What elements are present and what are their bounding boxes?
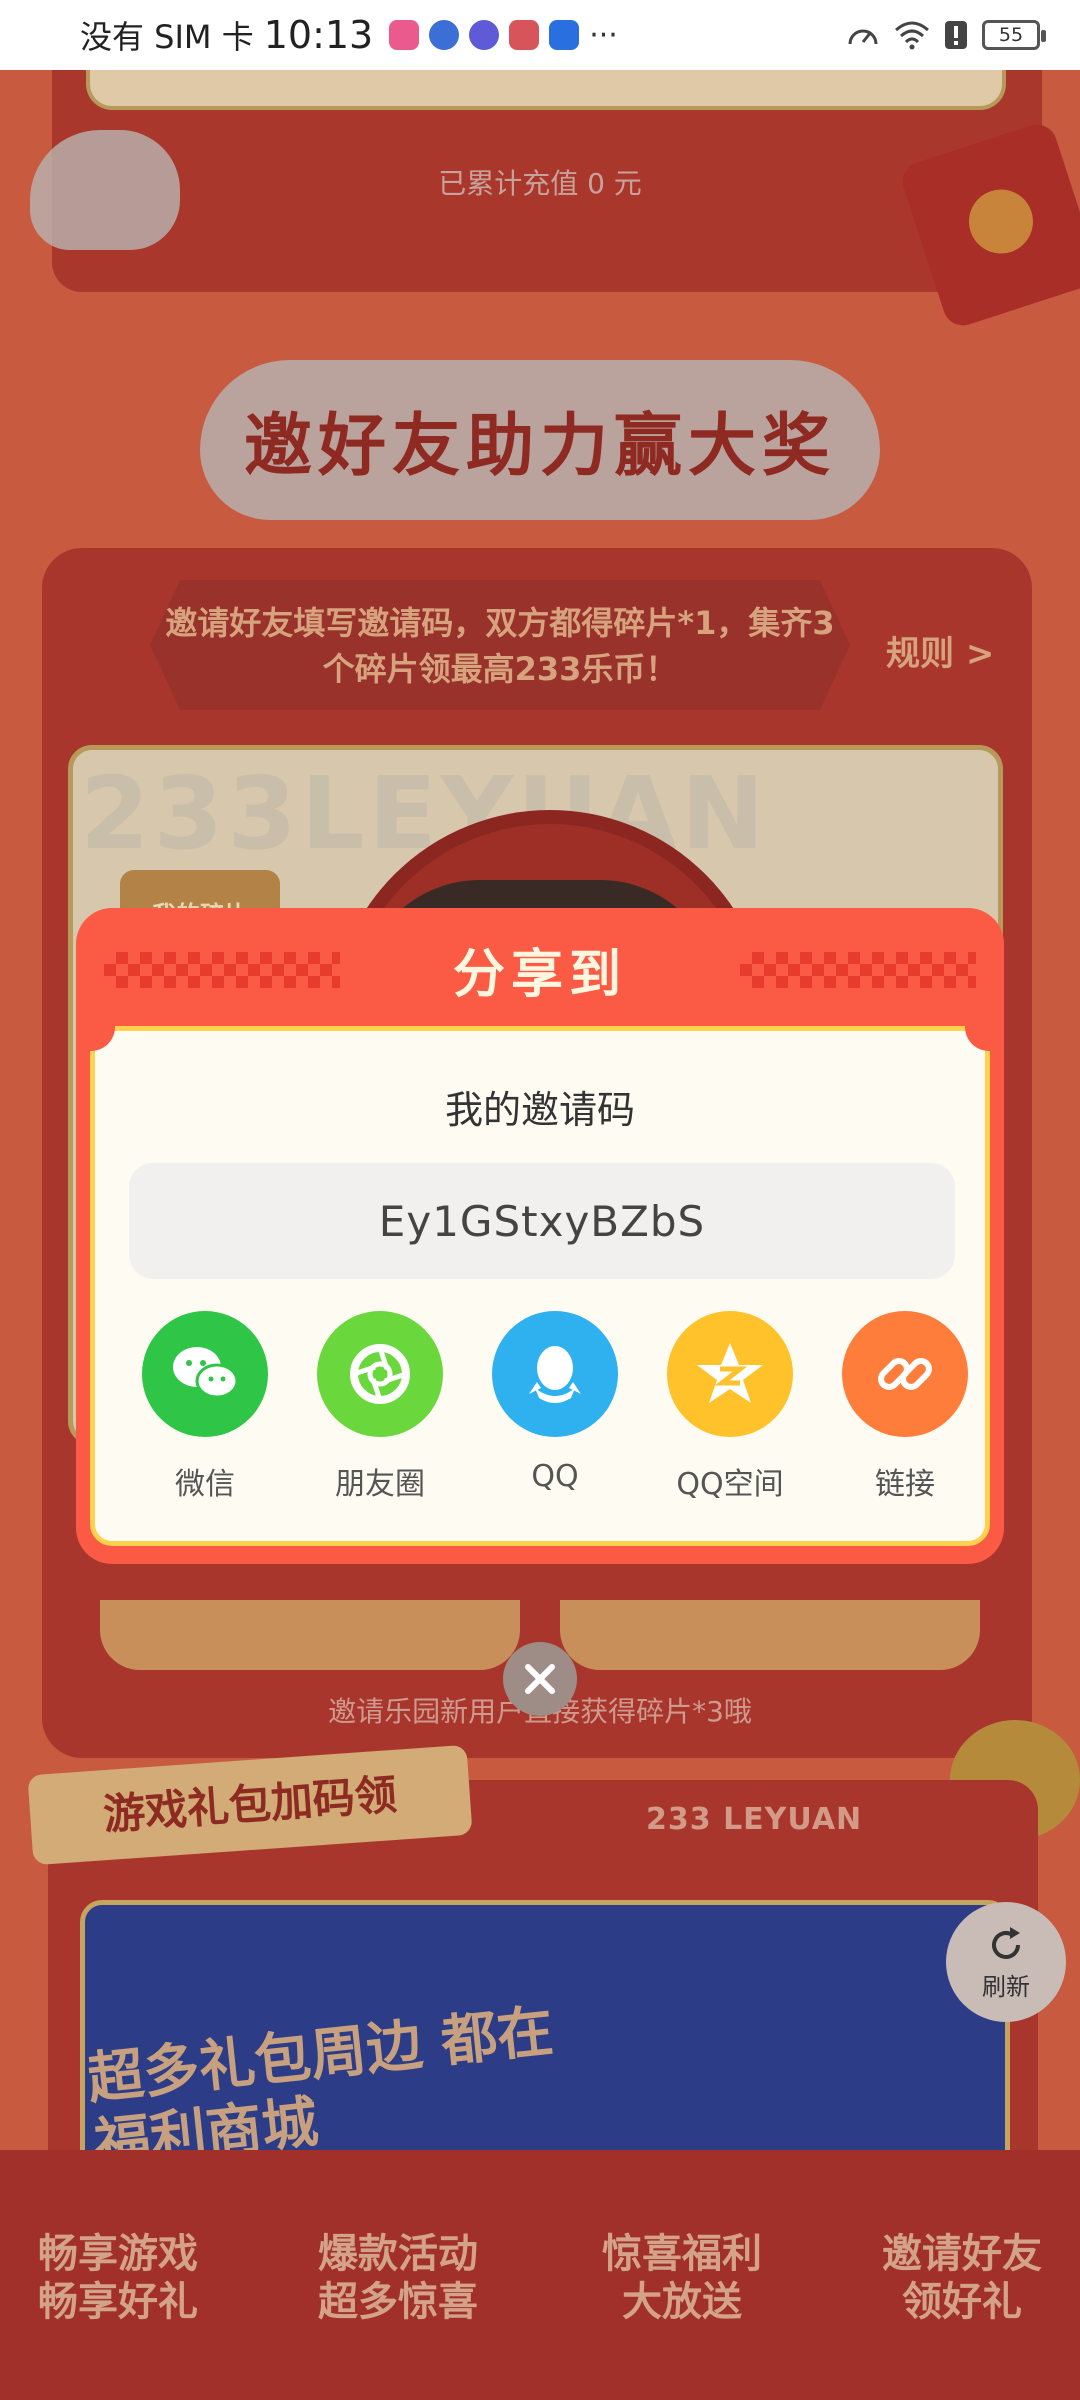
link-icon xyxy=(842,1311,968,1437)
notification-app-icon xyxy=(389,20,420,50)
share-link-button[interactable]: 链接 xyxy=(835,1311,975,1503)
carrier-text: 没有 SIM 卡 xyxy=(80,18,254,56)
close-icon xyxy=(525,1664,555,1694)
share-wechat-label: 微信 xyxy=(175,1467,235,1502)
share-qq-button[interactable]: QQ xyxy=(485,1311,625,1494)
battery-indicator: 55 xyxy=(982,20,1046,50)
speed-icon xyxy=(848,29,878,45)
modal-title: 分享到 xyxy=(452,945,627,1005)
notification-app-icon xyxy=(549,20,580,50)
clock: 10:13 xyxy=(263,13,374,57)
wifi-icon xyxy=(895,21,929,50)
qzone-icon xyxy=(667,1311,793,1437)
notification-app-icon xyxy=(509,20,540,50)
notification-app-icon xyxy=(429,20,460,50)
share-modal: 分享到 我的邀请码 Ey1GStxyBZbS 微信 朋友圈 QQ QQ空间 链接 xyxy=(76,908,1004,1564)
share-moments-label: 朋友圈 xyxy=(335,1467,425,1502)
share-qzone-button[interactable]: QQ空间 xyxy=(660,1311,800,1503)
close-modal-button[interactable] xyxy=(503,1642,577,1716)
share-qzone-label: QQ空间 xyxy=(676,1467,784,1502)
notification-app-icon xyxy=(469,20,500,50)
invite-code-label: 我的邀请码 xyxy=(444,1088,635,1132)
notification-icons xyxy=(389,20,580,50)
modal-content: 我的邀请码 Ey1GStxyBZbS 微信 朋友圈 QQ QQ空间 链接 xyxy=(89,1025,991,1546)
wechat-icon xyxy=(142,1311,268,1437)
qq-icon xyxy=(492,1311,618,1437)
invite-code-field[interactable]: Ey1GStxyBZbS xyxy=(129,1163,955,1279)
share-link-label: 链接 xyxy=(875,1467,935,1502)
alert-icon xyxy=(945,21,967,49)
share-wechat-button[interactable]: 微信 xyxy=(135,1311,275,1503)
more-notifications: ··· xyxy=(589,17,618,53)
share-qq-label: QQ xyxy=(531,1459,579,1494)
status-bar: 没有 SIM 卡 10:13 ··· 55 xyxy=(0,0,1080,70)
share-targets: 微信 朋友圈 QQ QQ空间 链接 xyxy=(95,1311,985,1511)
moments-icon xyxy=(317,1311,443,1437)
system-icons: 55 xyxy=(846,20,1046,50)
share-moments-button[interactable]: 朋友圈 xyxy=(310,1311,450,1503)
